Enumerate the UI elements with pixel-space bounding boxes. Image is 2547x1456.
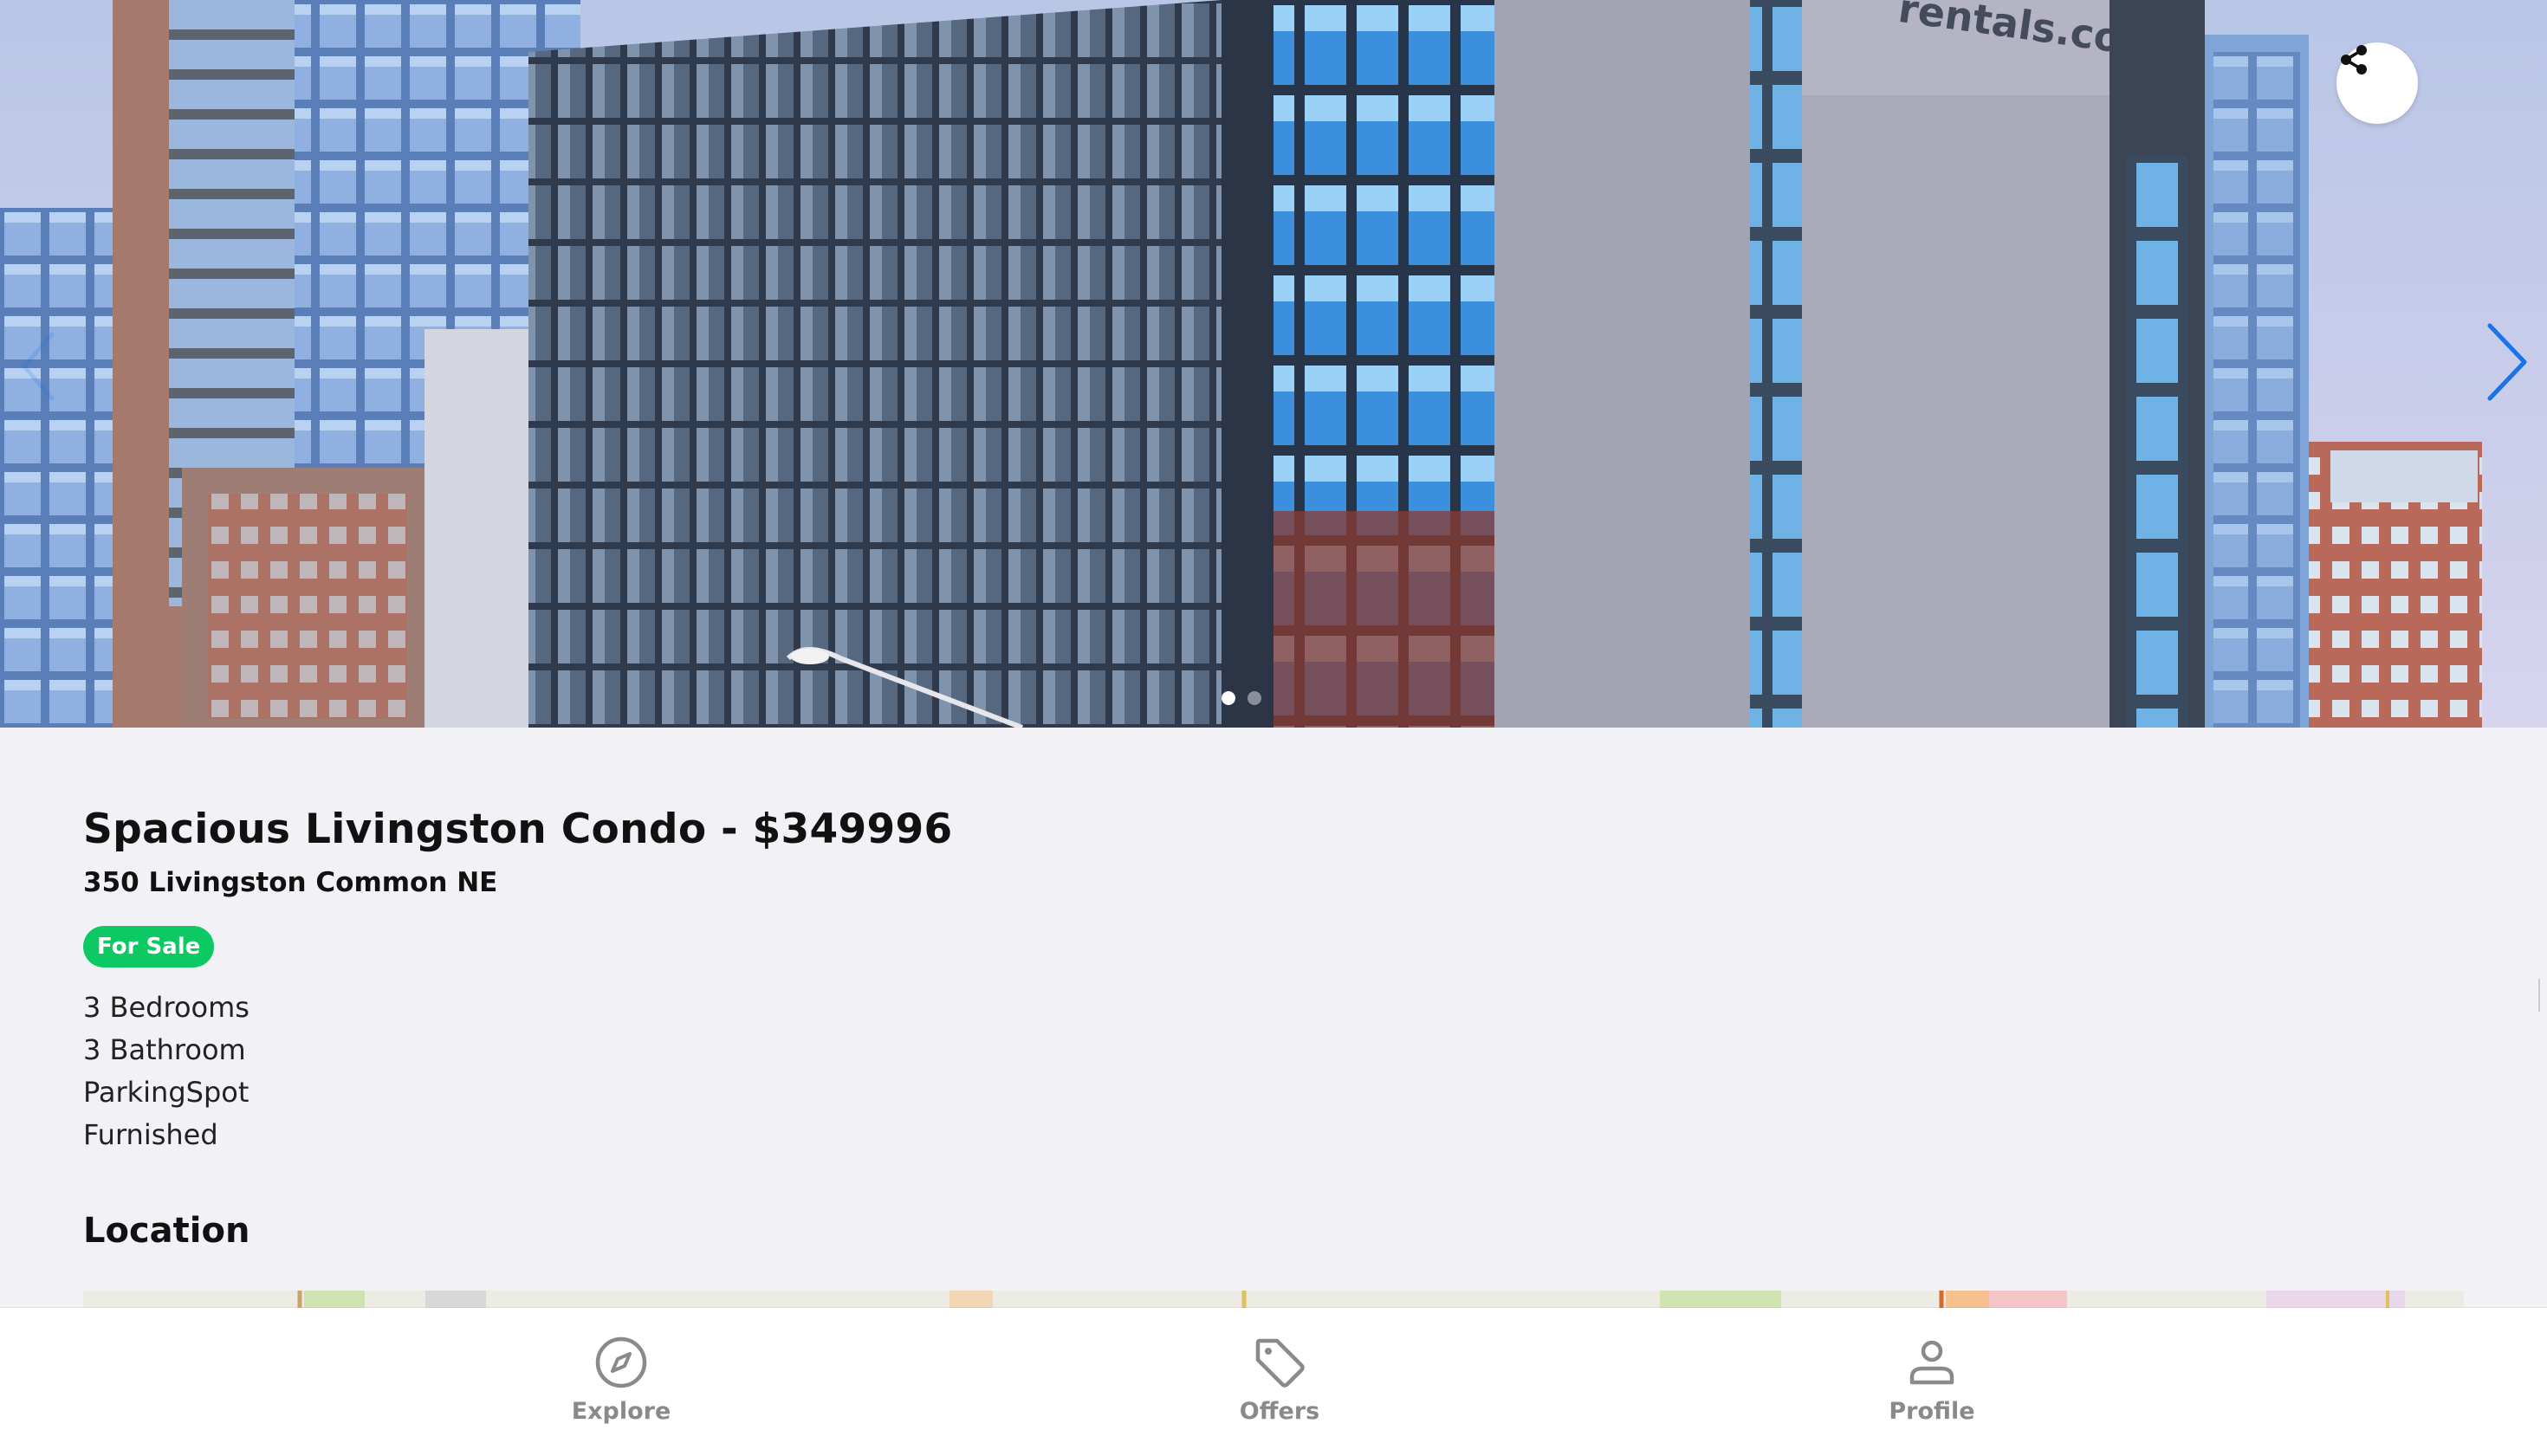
location-section-title: Location xyxy=(83,1211,250,1251)
listing-details: Spacious Livingston Condo - $349996 350 … xyxy=(83,806,2422,1170)
chevron-left-icon xyxy=(22,332,55,401)
carousel-dot-1[interactable] xyxy=(1222,691,1235,705)
listing-detail-page: rentals.com Spacious Livingston Condo - … xyxy=(0,0,2547,1456)
nav-label-offers: Offers xyxy=(1239,1398,1320,1425)
bottom-navigation: Explore Offers Profile xyxy=(0,1308,2547,1456)
nav-item-profile[interactable]: Profile xyxy=(1837,1334,2027,1425)
next-photo-button[interactable] xyxy=(2474,319,2535,405)
previous-photo-button[interactable] xyxy=(17,327,61,405)
chevron-right-icon xyxy=(2487,323,2527,401)
nav-label-explore: Explore xyxy=(571,1398,671,1425)
status-badge: For Sale xyxy=(83,926,215,967)
share-icon xyxy=(2341,45,2367,74)
tag-icon xyxy=(1255,1338,1305,1388)
carousel-pagination xyxy=(1222,691,1261,705)
building-photo: rentals.com xyxy=(0,0,2482,728)
compass-icon xyxy=(595,1336,647,1388)
nav-label-profile: Profile xyxy=(1889,1398,1975,1425)
feature-item-bedrooms: 3 Bedrooms xyxy=(83,991,250,1024)
feature-item-furnished: Furnished xyxy=(83,1118,218,1151)
feature-list: 3 Bedrooms 3 Bathroom ParkingSpot Furnis… xyxy=(83,987,2422,1156)
listing-address: 350 Livingston Common NE xyxy=(83,867,498,898)
share-button[interactable] xyxy=(2336,42,2418,124)
nav-item-offers[interactable]: Offers xyxy=(1184,1334,1375,1425)
listing-title: Spacious Livingston Condo - $349996 xyxy=(83,806,953,853)
nav-item-explore[interactable]: Explore xyxy=(526,1334,716,1425)
carousel-dot-2[interactable] xyxy=(1248,691,1261,705)
listing-photo-carousel[interactable]: rentals.com xyxy=(0,0,2547,728)
scroll-handle[interactable] xyxy=(2538,979,2545,1012)
person-icon xyxy=(1909,1340,1954,1385)
feature-item-bathrooms: 3 Bathroom xyxy=(83,1033,246,1066)
feature-item-parking: ParkingSpot xyxy=(83,1076,250,1109)
